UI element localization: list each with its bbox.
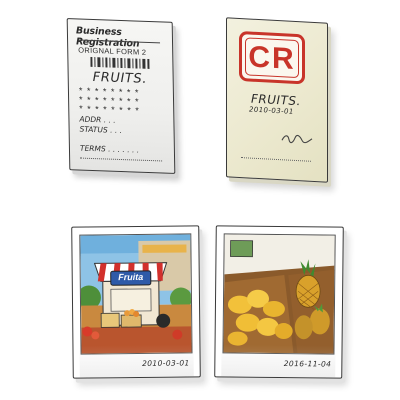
dotted-line [241,157,311,162]
certificate-sheet: CR FRUITS. 2010-03-01 [226,17,328,183]
original-form-label: ORIGNAL FORM 2 [78,45,147,57]
masked-fields: * * * * * * * * * * * * * * * * * * * * … [79,86,140,116]
storefront-polaroid: Fruita 2010-03-01 [71,225,201,379]
dotted-line [80,157,163,162]
produce-crate-illustration [223,234,335,354]
barcode-icon [90,56,150,69]
certificate-date: 2010-03-01 [249,105,294,116]
business-registration-document: Business Registration ORIGNAL FORM 2 FRU… [62,18,180,180]
address-status-block: ADDR . . . STATUS . . . [79,115,122,136]
storefront-photo: Fruita [79,233,193,355]
cr-certificate: CR FRUITS. 2010-03-01 [220,17,336,190]
signature-icon [281,133,313,145]
status-label: STATUS . . . [79,124,123,136]
cr-badge: CR [239,31,305,85]
terms-label: TERMS . . . . . . . [79,143,140,155]
produce-photo [222,233,336,355]
photo-date: 2016-11-04 [283,359,332,369]
fruit-stand-illustration [80,234,192,354]
cr-badge-text: CR [248,40,296,76]
photo-date: 2010-03-01 [142,358,190,368]
produce-polaroid: 2016-11-04 [214,225,344,379]
registration-sheet: Business Registration ORIGNAL FORM 2 FRU… [66,18,176,174]
company-name: FRUITS. [92,70,148,87]
shop-sign: Fruita [118,271,144,283]
